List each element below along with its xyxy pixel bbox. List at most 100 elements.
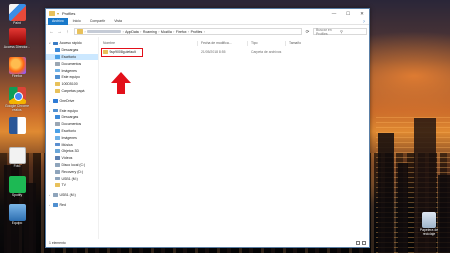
details-view-icon[interactable] <box>356 241 360 245</box>
folder-icon <box>55 82 60 87</box>
folder-icon <box>53 98 58 103</box>
nav-item[interactable]: › OneDrive <box>46 97 98 104</box>
nav-item[interactable]: USB1 (M:) <box>46 175 98 182</box>
desktop-icon-label: Foto <box>13 164 21 168</box>
desktop-icon-label: Spotify <box>11 193 23 197</box>
desktop-icon-label: Access Director... <box>3 45 31 49</box>
desktop-icon-label: Firefox <box>11 74 23 78</box>
nav-item[interactable]: Descargas <box>46 114 98 121</box>
this-pc-icon <box>8 204 26 221</box>
nav-label: USB1 (M:) <box>61 176 78 181</box>
nav-item[interactable]: 100D5100 <box>46 81 98 88</box>
star-icon <box>53 41 58 46</box>
nav-item[interactable]: Escritorio <box>46 128 98 135</box>
breadcrumb-separator-icon: › <box>84 29 86 34</box>
refresh-icon[interactable]: ⟳ <box>304 28 311 35</box>
blurred-username-crumb <box>87 30 122 33</box>
nav-item[interactable]: Imágenes <box>46 67 98 74</box>
desktop-icon-firefox[interactable]: Firefox <box>2 57 32 79</box>
close-button[interactable]: ✕ <box>355 9 369 18</box>
column-header-type[interactable]: Tipo <box>248 41 286 46</box>
nav-label: USB1 (M:) <box>59 193 76 198</box>
nav-item[interactable]: Este equipo <box>46 74 98 81</box>
breadcrumb-mozilla[interactable]: Mozilla <box>161 30 172 34</box>
paint-icon <box>8 4 26 21</box>
status-item-count: 1 elemento <box>49 241 66 245</box>
navigation-pane: v Acceso rápido Descargas Escritorio Docum… <box>46 37 98 239</box>
forward-arrow-icon[interactable]: → <box>56 28 63 35</box>
desktop-icon-spotify[interactable]: Spotify <box>2 176 32 198</box>
nav-item[interactable]: Documentos <box>46 60 98 67</box>
nav-label: Este equipo <box>59 108 79 113</box>
desktop-icon-word[interactable] <box>2 117 32 135</box>
desktop-icon-chrome[interactable]: Google Chrome realos <box>2 87 32 113</box>
window-title: Profiles <box>62 11 76 16</box>
nav-item[interactable]: TV <box>46 182 98 189</box>
folder-icon <box>53 193 58 198</box>
nav-label: Recovery (D:) <box>61 169 84 174</box>
desktop-icon-recycle-bin[interactable]: Papelera de reciclaje <box>414 212 444 237</box>
up-arrow-icon[interactable]: ↑ <box>64 28 71 35</box>
minimize-button[interactable]: — <box>327 9 341 18</box>
nav-item[interactable]: Disco local (C:) <box>46 162 98 169</box>
nav-item[interactable]: › Red <box>46 202 98 209</box>
nav-quick-access[interactable]: v Acceso rápido <box>46 40 98 47</box>
breadcrumb-separator-icon: › <box>203 29 205 34</box>
nav-item[interactable]: Carpetas papá <box>46 88 98 95</box>
nav-item[interactable]: Objetos 3D <box>46 148 98 155</box>
tab-vista[interactable]: Vista <box>110 18 126 25</box>
nav-item[interactable]: Escritorio <box>46 53 98 61</box>
nav-item[interactable]: Imágenes <box>46 134 98 141</box>
nav-item[interactable]: Recovery (D:) <box>46 168 98 175</box>
nav-label: Escritorio <box>61 128 77 133</box>
expand-arrow-icon[interactable]: › <box>49 193 52 197</box>
nav-item[interactable]: Descargas <box>46 47 98 54</box>
desktop-icon-access[interactable]: Access Director... <box>2 28 32 50</box>
expand-arrow-icon[interactable]: › <box>49 109 52 113</box>
nav-label: Disco local (C:) <box>61 162 86 167</box>
address-row: ← → ↑ › › AppData › Roaming › Mozilla › … <box>46 27 369 36</box>
tab-compartir[interactable]: Compartir <box>86 18 109 25</box>
column-header-date[interactable]: Fecha de modifica... <box>198 41 248 46</box>
folder-icon <box>55 129 60 133</box>
breadcrumb-roaming[interactable]: Roaming <box>143 30 157 34</box>
nav-label: Descargas <box>61 48 79 53</box>
breadcrumb-appdata[interactable]: AppData <box>125 30 139 34</box>
search-input[interactable]: Buscar en Profiles ⚲ <box>313 28 367 36</box>
desktop-icon-paint[interactable]: Paint <box>2 4 32 26</box>
desktop-icon-label: Google Chrome realos <box>5 104 29 112</box>
search-icon: ⚲ <box>340 29 343 34</box>
nav-label: Acceso rápido <box>59 41 82 46</box>
address-bar[interactable]: › › AppData › Roaming › Mozilla › Firefo… <box>74 28 302 35</box>
quick-access-pin-icon[interactable]: ▾ <box>57 11 59 16</box>
tab-inicio[interactable]: Inicio <box>69 18 85 25</box>
large-icons-view-icon[interactable] <box>362 241 366 245</box>
chrome-icon <box>8 87 26 104</box>
back-arrow-icon[interactable]: ← <box>48 28 55 35</box>
column-header-size[interactable]: Tamaño <box>286 41 316 46</box>
nav-item[interactable]: Música <box>46 141 98 148</box>
nav-label: Escritorio <box>61 54 77 59</box>
folder-icon <box>55 183 60 188</box>
collapse-arrow-icon[interactable]: v <box>49 41 52 45</box>
nav-item[interactable]: › USB1 (M:) <box>46 192 98 199</box>
nav-label: TV <box>61 183 66 188</box>
breadcrumb-profiles[interactable]: Profiles <box>191 30 203 34</box>
nav-item[interactable]: Documentos <box>46 121 98 128</box>
maximize-button[interactable]: ☐ <box>341 9 355 18</box>
breadcrumb-separator-icon: › <box>122 29 124 34</box>
expand-arrow-icon[interactable]: › <box>49 99 52 103</box>
help-icon[interactable]: ? <box>363 19 369 24</box>
folder-icon <box>55 89 60 93</box>
nav-label: Documentos <box>61 61 82 66</box>
desktop-icon-foto[interactable]: Foto <box>2 147 32 169</box>
tab-archivo[interactable]: Archivo <box>48 17 68 25</box>
nav-item[interactable]: Vídeos <box>46 155 98 162</box>
pane-splitter[interactable] <box>98 37 99 239</box>
desktop-icon-equipo[interactable]: Equipo <box>2 204 32 226</box>
expand-arrow-icon[interactable]: › <box>49 203 52 207</box>
nav-label: 100D5100 <box>61 82 78 87</box>
breadcrumb-firefox[interactable]: Firefox <box>176 30 187 34</box>
column-header-name[interactable]: Nombre <box>100 41 198 46</box>
nav-item[interactable]: › Este equipo <box>46 107 98 114</box>
